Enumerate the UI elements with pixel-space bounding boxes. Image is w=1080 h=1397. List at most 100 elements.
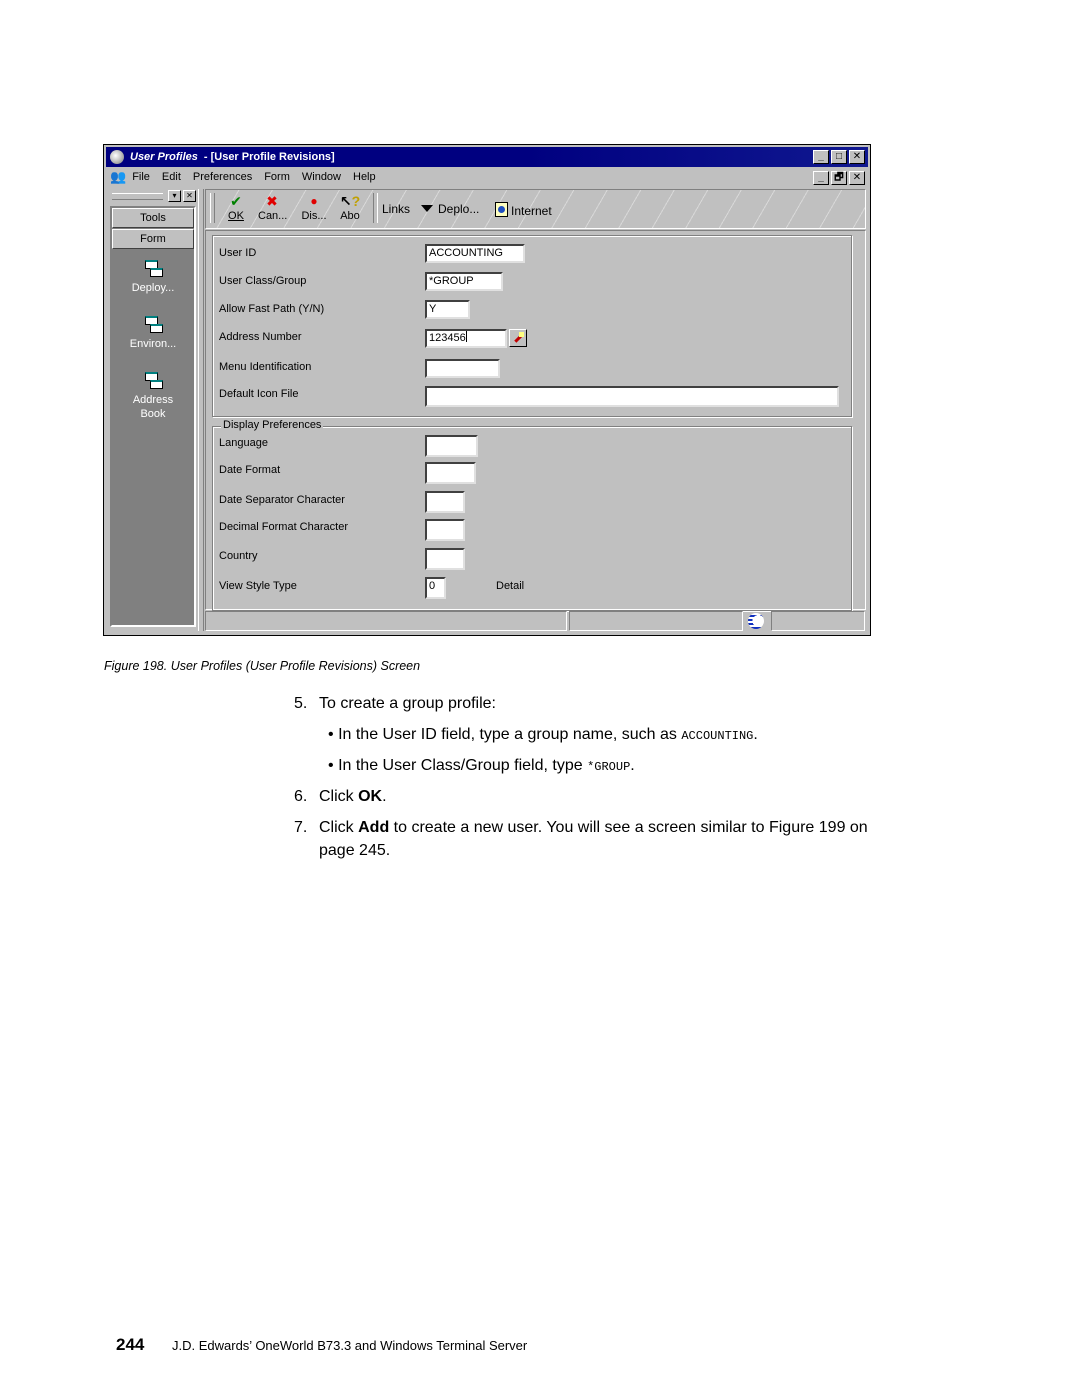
about-label: Abo [340, 210, 360, 222]
cancel-button[interactable]: ✖ Can... [258, 193, 288, 222]
user-info-group: User ID ACCOUNTING User Class/Group *GRO… [212, 235, 852, 417]
menu-bar: 👥 File Edit Preferences Form Window Help… [106, 168, 868, 186]
cancel-label: Can... [258, 210, 288, 222]
visual-assist-search-button[interactable] [509, 329, 527, 347]
menu-edit[interactable]: Edit [162, 171, 181, 183]
country-input[interactable] [425, 548, 465, 570]
menu-file[interactable]: File [132, 171, 150, 183]
toolbar-separator [373, 193, 378, 223]
step-number: 5. [294, 695, 308, 712]
book-title: J.D. Edwards’ OneWorld B73.3 and Windows… [172, 1338, 528, 1353]
mdi-minimize-button[interactable]: _ [813, 171, 829, 185]
default-icon-file-input[interactable] [425, 386, 839, 407]
form-area: User ID ACCOUNTING User Class/Group *GRO… [205, 230, 866, 611]
decimal-format-input[interactable] [425, 519, 465, 541]
mdi-restore-button[interactable]: 🗗 [831, 171, 847, 185]
exit-environ[interactable]: Environ... [112, 315, 194, 351]
about-button[interactable]: ↖? Abo [336, 193, 364, 222]
close-button[interactable]: ✕ [849, 150, 865, 164]
step-number: 6. [294, 788, 308, 805]
display-preferences-group: Display Preferences Language Date Format… [212, 419, 852, 611]
field-label: Menu Identification [219, 361, 312, 373]
menu-identification-input[interactable] [425, 359, 500, 378]
exit-label: Deploy... [131, 282, 175, 294]
field-label: Decimal Format Character [219, 521, 348, 533]
code-text: ACCOUNTING [681, 729, 754, 743]
view-style-type-input[interactable]: 0 [425, 577, 446, 599]
dropdown-arrow-icon [421, 205, 433, 212]
bullet-text: In the User Class/Group field, type [338, 757, 588, 774]
field-label: User Class/Group [219, 275, 307, 287]
internet-page-icon [495, 202, 508, 217]
language-input[interactable] [425, 435, 478, 457]
display-label: Dis... [301, 210, 327, 222]
bullet-punct: . [753, 726, 758, 743]
exit-deploy[interactable]: Deploy... [112, 259, 194, 295]
step-text: Click OK. [319, 787, 387, 807]
exit-address-book[interactable]: Address Book [112, 371, 194, 421]
status-cell-right [771, 611, 865, 631]
mdi-close-button[interactable]: ✕ [849, 171, 865, 185]
step-7-continuation: page 245. [319, 842, 391, 859]
menu-preferences[interactable]: Preferences [193, 171, 252, 183]
internet-link-label: Internet [511, 204, 552, 218]
cancel-x-icon: ✖ [266, 193, 278, 209]
step-text: To create a group profile: [319, 695, 496, 712]
step-text-post: . [382, 788, 387, 805]
text-cursor [465, 331, 467, 342]
deploy-link-label: Deplo... [438, 202, 480, 216]
step-bold: OK [358, 788, 383, 805]
toolbar-grip[interactable] [210, 193, 215, 223]
menu-form[interactable]: Form [264, 171, 290, 183]
about-help-icon: ↖? [339, 193, 361, 209]
ok-button[interactable]: ✔ OK [222, 193, 250, 222]
bullet-user-id: • In the User ID field, type a group nam… [328, 725, 758, 746]
step-number: 7. [294, 819, 308, 836]
step-text-pre: Click [319, 819, 359, 836]
pane-splitter[interactable] [198, 189, 204, 631]
minimize-button[interactable]: _ [813, 150, 829, 164]
step-text: Click Add to create a new user. You will… [319, 818, 868, 838]
toolbar: ✔ OK ✖ Can... ● Dis... ↖? Abo Links Depl… [205, 189, 866, 229]
step-bold: Add [358, 819, 390, 836]
page-footer: 244 J.D. Edwards’ OneWorld B73.3 and Win… [116, 1335, 527, 1355]
figure-caption: Figure 198. User Profiles (User Profile … [104, 659, 421, 673]
app-window-screenshot: User Profiles - [User Profile Revisions]… [103, 144, 871, 636]
menu-window[interactable]: Window [302, 171, 341, 183]
user-class-group-input[interactable]: *GROUP [425, 272, 503, 291]
title-bar: User Profiles - [User Profile Revisions]… [106, 147, 868, 167]
bullet-punct: . [630, 757, 635, 774]
field-label: User ID [219, 247, 257, 259]
user-id-input[interactable]: ACCOUNTING [425, 244, 525, 263]
field-label: Language [219, 437, 268, 449]
display-button[interactable]: ● Dis... [300, 193, 328, 222]
status-bar [205, 611, 866, 631]
app-globe-icon [110, 150, 124, 164]
date-separator-input[interactable] [425, 491, 465, 513]
exit-bar-dropdown-button[interactable]: ▾ [168, 190, 181, 202]
display-preferences-legend: Display Preferences [221, 419, 324, 431]
exit-label: Environ... [129, 338, 177, 350]
tab-form[interactable]: Form [112, 229, 194, 249]
internet-link[interactable]: Internet [495, 202, 552, 218]
menu-help[interactable]: Help [353, 171, 376, 183]
deploy-link[interactable]: Deplo... [421, 202, 479, 216]
binoculars-icon: ● [310, 194, 318, 208]
exit-icon [144, 259, 163, 277]
view-style-description: Detail [496, 580, 525, 592]
step-text-pre: Click [319, 788, 359, 805]
field-label: Date Separator Character [219, 494, 345, 506]
exit-bar-grip[interactable] [112, 192, 163, 200]
maximize-button[interactable]: □ [831, 150, 847, 164]
date-format-input[interactable] [425, 462, 476, 484]
allow-fast-path-input[interactable]: Y [425, 300, 470, 319]
exit-icon [144, 315, 163, 333]
bullet-class-group: • In the User Class/Group field, type *G… [328, 756, 635, 777]
field-label: Allow Fast Path (Y/N) [219, 303, 325, 315]
exit-label: Address Book [132, 394, 174, 420]
exit-bar-close-button[interactable]: ✕ [183, 190, 196, 202]
address-number-input[interactable]: 123456 [425, 329, 507, 348]
exit-bar: ▾ ✕ Tools Form Deploy... Environ... Addr… [108, 189, 196, 631]
bullet-dot: • [328, 726, 334, 743]
tab-tools[interactable]: Tools [112, 208, 194, 228]
